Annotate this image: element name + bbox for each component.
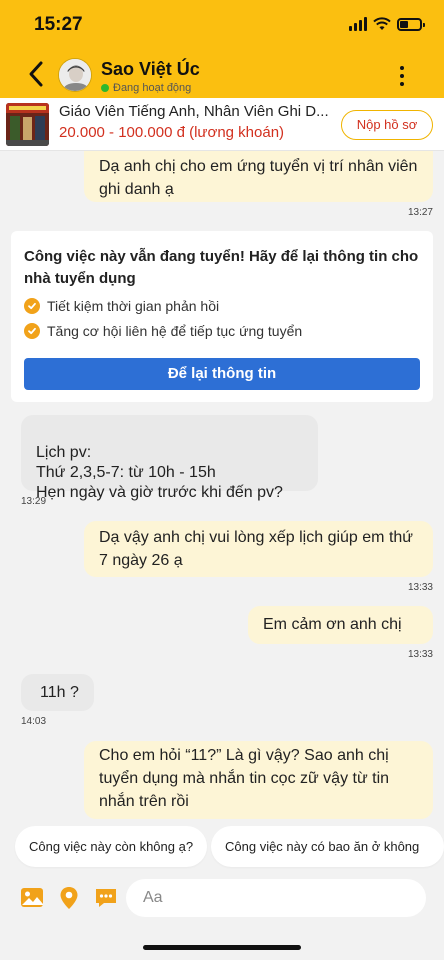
status-time: 15:27 (34, 14, 83, 35)
quick-reply-suggestions: Công việc này còn không ạ? Công việc này… (0, 826, 444, 895)
message-bubble-sent[interactable]: Em cảm ơn anh chị (248, 606, 433, 644)
notice-item: Tăng cơ hội liên hệ để tiếp tục ứng tuyể… (24, 323, 420, 339)
message-text: Em cảm ơn anh chị (263, 616, 402, 633)
apply-button[interactable]: Nộp hồ sơ (341, 110, 433, 140)
status-icons (349, 17, 425, 31)
message-text: Dạ anh chị cho em ứng tuyển vị trí nhân … (99, 158, 418, 198)
notice-item-text: Tăng cơ hội liên hệ để tiếp tục ứng tuyể… (47, 323, 303, 339)
chat-bubble-icon (96, 889, 116, 907)
job-thumbnail (6, 103, 49, 146)
message-text: Lịch pv: Thứ 2,3,5-7: từ 10h - 15h Hẹn n… (36, 444, 283, 501)
image-button[interactable] (19, 885, 45, 911)
notice-item: Tiết kiệm thời gian phản hồi (24, 298, 420, 314)
shop-name[interactable]: Sao Việt Úc (101, 59, 200, 80)
avatar[interactable] (58, 58, 92, 92)
job-still-hiring-card: Công việc này vẫn đang tuyển! Hãy để lại… (11, 231, 433, 402)
location-button[interactable] (56, 885, 82, 911)
message-bubble-sent[interactable]: Dạ vậy anh chị vui lòng xếp lịch giúp em… (84, 521, 433, 577)
message-time: 13:33 (407, 649, 433, 660)
job-salary: 20.000 - 100.000 đ (lương khoán) (59, 124, 285, 141)
avatar-person-icon (59, 59, 91, 91)
notice-item-text: Tiết kiệm thời gian phản hồi (47, 298, 220, 314)
message-time: 13:27 (407, 207, 433, 218)
chat-header: 15:27 Sao Việt Úc Đang hoạt động (0, 0, 444, 98)
signal-icon (349, 17, 367, 31)
message-text: Cho em hỏi “11?” Là gì vậy? Sao anh chị … (99, 747, 390, 810)
leave-info-button[interactable]: Để lại thông tin (24, 358, 420, 390)
message-bubble-received[interactable]: Lịch pv: Thứ 2,3,5-7: từ 10h - 15h Hẹn n… (21, 415, 318, 501)
message-bubble-received[interactable]: 11h ? (21, 674, 94, 711)
job-title: Giáo Viên Tiếng Anh, Nhân Viên Ghi D... (59, 103, 329, 120)
storefront-image (6, 103, 49, 146)
location-pin-icon (60, 887, 78, 909)
message-input-bar (0, 874, 444, 960)
job-info-bar[interactable]: Giáo Viên Tiếng Anh, Nhân Viên Ghi D... … (0, 98, 444, 151)
message-text: Dạ vậy anh chị vui lòng xếp lịch giúp em… (99, 529, 413, 569)
more-vertical-icon (400, 66, 404, 70)
home-indicator (143, 945, 301, 950)
message-text: 11h ? (40, 684, 79, 701)
quick-message-button[interactable] (93, 885, 119, 911)
message-bubble-sent[interactable]: Dạ anh chị cho em ứng tuyển vị trí nhân … (84, 151, 433, 202)
notice-title: Công việc này vẫn đang tuyển! Hãy để lại… (24, 248, 419, 287)
online-dot-icon (101, 84, 109, 92)
message-input[interactable] (126, 879, 426, 917)
back-button[interactable] (26, 60, 46, 88)
online-status-text: Đang hoạt động (113, 82, 192, 94)
more-options-button[interactable] (398, 66, 406, 86)
battery-icon (397, 18, 425, 31)
online-status: Đang hoạt động (101, 82, 191, 94)
message-time: 14:03 (21, 716, 47, 727)
check-circle-icon (24, 323, 40, 339)
message-time: 13:33 (407, 582, 433, 593)
back-arrow-icon (29, 61, 43, 87)
wifi-icon (373, 17, 391, 30)
message-bubble-sent[interactable]: Cho em hỏi “11?” Là gì vậy? Sao anh chị … (84, 741, 433, 819)
image-icon (21, 888, 43, 907)
message-time: 13:29 (21, 496, 47, 507)
suggestion-chip[interactable]: Công việc này còn không ạ? (15, 826, 208, 867)
check-circle-icon (24, 298, 40, 314)
suggestion-chip[interactable]: Công việc này có bao ăn ở không ạ? (211, 826, 444, 895)
